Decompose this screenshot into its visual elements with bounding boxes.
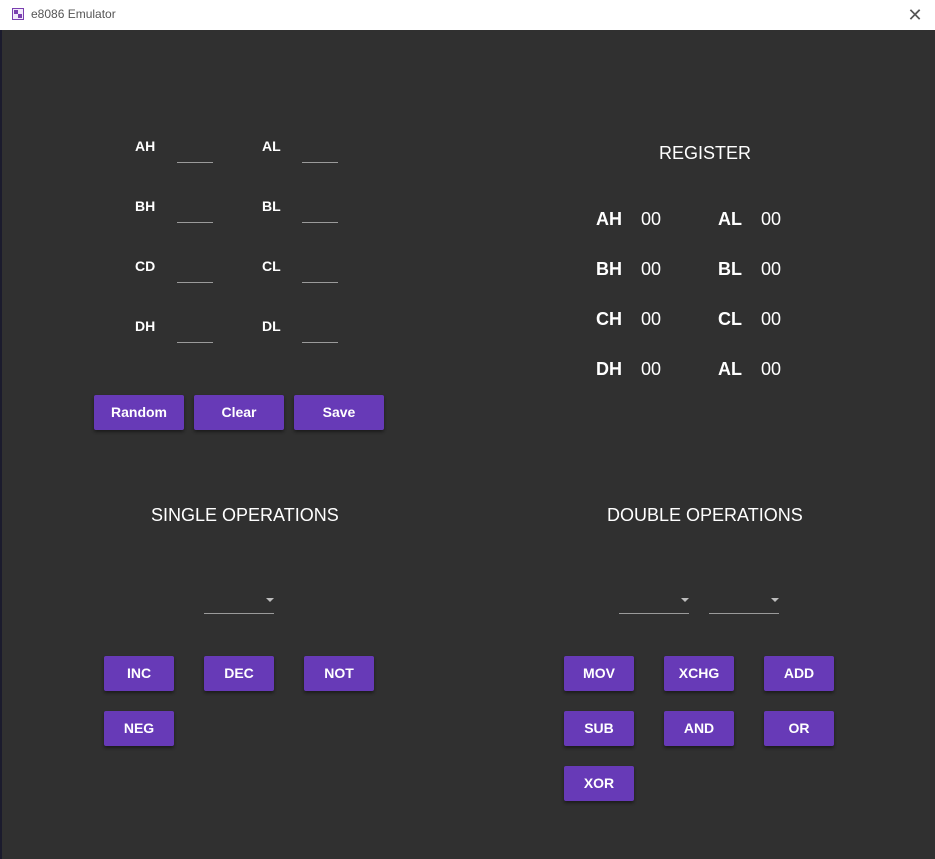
xchg-button[interactable]: XCHG [664, 656, 734, 691]
register-value: 00 [641, 359, 662, 379]
sub-button[interactable]: SUB [564, 711, 634, 746]
inc-button[interactable]: INC [104, 656, 174, 691]
register-heading: REGISTER [659, 143, 752, 163]
neg-button[interactable]: NEG [104, 711, 174, 746]
single-operations-heading: SINGLE OPERATIONS [151, 505, 339, 525]
input-dh[interactable] [177, 322, 213, 343]
close-icon[interactable]: ✕ [903, 3, 927, 27]
app-icon [12, 8, 24, 20]
label-cl: CL [262, 258, 281, 274]
save-button[interactable]: Save [294, 395, 384, 430]
register-value: 00 [761, 359, 782, 379]
chevron-down-icon [266, 598, 274, 602]
title-bar: e8086 Emulator ✕ [0, 0, 935, 30]
xor-button[interactable]: XOR [564, 766, 634, 801]
label-ah: AH [135, 138, 156, 154]
first-operand-select[interactable] [619, 593, 689, 614]
input-al[interactable] [302, 142, 338, 163]
mov-button[interactable]: MOV [564, 656, 634, 691]
input-bl[interactable] [302, 202, 338, 223]
input-bh[interactable] [177, 202, 213, 223]
double-operations-heading: DOUBLE OPERATIONS [607, 505, 803, 525]
input-cd[interactable] [177, 262, 213, 283]
register-value: 00 [641, 259, 662, 279]
register-label: AH [596, 209, 622, 229]
register-value: 00 [761, 309, 782, 329]
add-button[interactable]: ADD [764, 656, 834, 691]
label-al: AL [262, 138, 281, 154]
register-label: DH [596, 359, 622, 379]
single-operand-select[interactable] [204, 593, 274, 614]
label-bh: BH [135, 198, 156, 214]
dec-button[interactable]: DEC [204, 656, 274, 691]
register-value: 00 [761, 209, 782, 229]
chevron-down-icon [771, 598, 779, 602]
register-label: AL [718, 359, 742, 379]
label-cd: CD [135, 258, 156, 274]
input-cl[interactable] [302, 262, 338, 283]
chevron-down-icon [681, 598, 689, 602]
register-label: CH [596, 309, 622, 329]
register-label: BH [596, 259, 622, 279]
label-bl: BL [262, 198, 281, 214]
label-dh: DH [135, 318, 156, 334]
register-value: 00 [761, 259, 782, 279]
input-dl[interactable] [302, 322, 338, 343]
second-operand-select[interactable] [709, 593, 779, 614]
not-button[interactable]: NOT [304, 656, 374, 691]
window-edge [0, 30, 2, 859]
register-label: AL [718, 209, 742, 229]
label-dl: DL [262, 318, 281, 334]
register-label: CL [718, 309, 742, 329]
register-value: 00 [641, 309, 662, 329]
input-ah[interactable] [177, 142, 213, 163]
window-title: e8086 Emulator [31, 7, 116, 21]
register-value: 00 [641, 209, 662, 229]
clear-button[interactable]: Clear [194, 395, 284, 430]
register-label: BL [718, 259, 742, 279]
and-button[interactable]: AND [664, 711, 734, 746]
random-button[interactable]: Random [94, 395, 184, 430]
or-button[interactable]: OR [764, 711, 834, 746]
